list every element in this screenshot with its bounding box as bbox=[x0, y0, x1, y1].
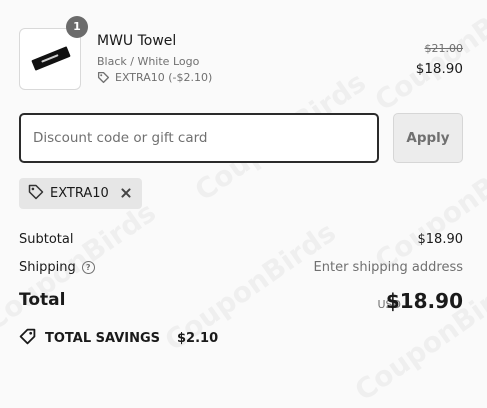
help-icon[interactable]: ? bbox=[81, 261, 95, 274]
close-icon[interactable] bbox=[119, 186, 133, 200]
shipping-row: Shipping ? bbox=[19, 260, 95, 275]
tag-icon bbox=[28, 184, 44, 204]
product-price: $18.90 bbox=[415, 61, 463, 77]
savings-value: $2.10 bbox=[177, 331, 219, 346]
applied-code-label: EXTRA10 bbox=[50, 186, 109, 201]
watermark: CouponBirds bbox=[369, 0, 487, 117]
product-discount: EXTRA10 (-$2.10) bbox=[97, 71, 212, 84]
apply-button[interactable]: Apply bbox=[393, 113, 463, 163]
product-variant: Black / White Logo bbox=[97, 55, 200, 68]
subtotal-value: $18.90 bbox=[417, 232, 464, 247]
product-thumbnail bbox=[19, 28, 81, 90]
total-value: $18.90 bbox=[385, 289, 463, 313]
discount-code-input[interactable] bbox=[19, 113, 379, 163]
product-name: MWU Towel bbox=[97, 33, 177, 49]
total-label: Total bbox=[19, 290, 66, 310]
product-discount-label: EXTRA10 (-$2.10) bbox=[115, 71, 213, 84]
towel-image bbox=[31, 46, 71, 71]
savings-label: TOTAL SAVINGS bbox=[45, 331, 161, 346]
subtotal-label: Subtotal bbox=[19, 232, 74, 247]
watermark: CouponBirds bbox=[349, 266, 487, 408]
applied-discount-chip: EXTRA10 bbox=[19, 178, 142, 209]
tag-icon bbox=[97, 71, 110, 84]
original-price: $21.00 bbox=[424, 42, 464, 55]
quantity-badge: 1 bbox=[66, 16, 88, 38]
shipping-label: Shipping bbox=[19, 260, 76, 275]
savings-tag-icon bbox=[19, 328, 36, 349]
shipping-value: Enter shipping address bbox=[313, 260, 463, 275]
total-savings: TOTAL SAVINGS $2.10 bbox=[19, 328, 218, 349]
